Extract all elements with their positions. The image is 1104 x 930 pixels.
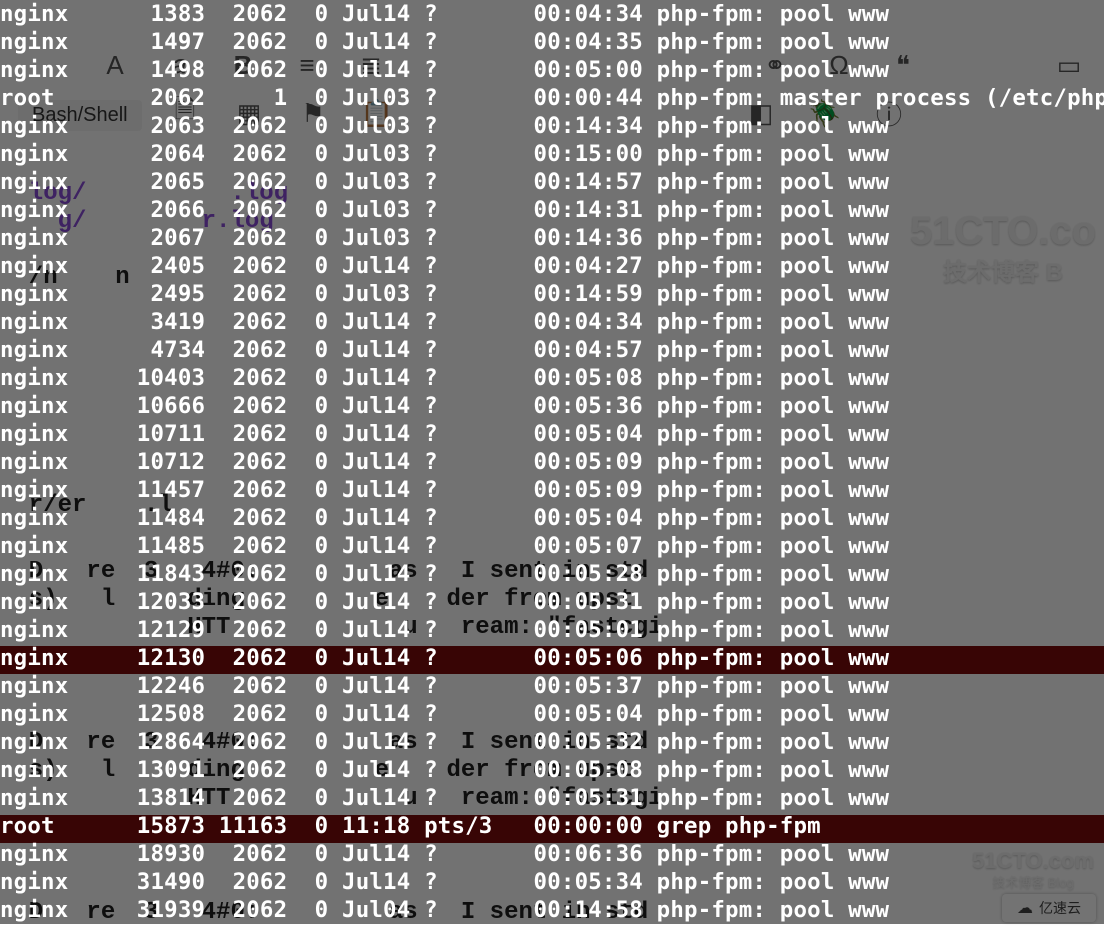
process-row: nginx 31490 2062 0 Jul14 ? 00:05:34 php-… [0, 868, 1104, 896]
process-row: nginx 2495 2062 0 Jul03 ? 00:14:59 php-f… [0, 280, 1104, 308]
process-row: nginx 12130 2062 0 Jul14 ? 00:05:06 php-… [0, 644, 1104, 672]
process-row: nginx 4734 2062 0 Jul14 ? 00:04:57 php-f… [0, 336, 1104, 364]
process-row: nginx 12508 2062 0 Jul14 ? 00:05:04 php-… [0, 700, 1104, 728]
process-row: nginx 13814 2062 0 Jul14 ? 00:05:31 php-… [0, 784, 1104, 812]
process-row: nginx 11843 2062 0 Jul14 ? 00:05:28 php-… [0, 560, 1104, 588]
process-row: nginx 13091 2062 0 Jul14 ? 00:05:08 php-… [0, 756, 1104, 784]
process-row: nginx 1383 2062 0 Jul14 ? 00:04:34 php-f… [0, 0, 1104, 28]
process-row: nginx 10711 2062 0 Jul14 ? 00:05:04 php-… [0, 420, 1104, 448]
process-row: nginx 2405 2062 0 Jul14 ? 00:04:27 php-f… [0, 252, 1104, 280]
process-row: nginx 2066 2062 0 Jul03 ? 00:14:31 php-f… [0, 196, 1104, 224]
process-row: nginx 10666 2062 0 Jul14 ? 00:05:36 php-… [0, 392, 1104, 420]
process-row: nginx 2065 2062 0 Jul03 ? 00:14:57 php-f… [0, 168, 1104, 196]
process-row: nginx 2063 2062 0 Jul03 ? 00:14:34 php-f… [0, 112, 1104, 140]
process-row: nginx 18930 2062 0 Jul14 ? 00:06:36 php-… [0, 840, 1104, 868]
process-row: nginx 31939 2062 0 Jul04 ? 00:14:58 php-… [0, 896, 1104, 924]
process-row: nginx 1497 2062 0 Jul14 ? 00:04:35 php-f… [0, 28, 1104, 56]
terminal-output[interactable]: nginx 1383 2062 0 Jul14 ? 00:04:34 php-f… [0, 0, 1104, 930]
process-row: nginx 10712 2062 0 Jul14 ? 00:05:09 php-… [0, 448, 1104, 476]
process-row: nginx 12246 2062 0 Jul14 ? 00:05:37 php-… [0, 672, 1104, 700]
process-row: nginx 12129 2062 0 Jul14 ? 00:05:01 php-… [0, 616, 1104, 644]
process-row: nginx 1498 2062 0 Jul14 ? 00:05:00 php-f… [0, 56, 1104, 84]
process-row: root 2062 1 0 Jul03 ? 00:00:44 php-fpm: … [0, 84, 1104, 112]
process-row: nginx 2067 2062 0 Jul03 ? 00:14:36 php-f… [0, 224, 1104, 252]
process-row: nginx 3419 2062 0 Jul14 ? 00:04:34 php-f… [0, 308, 1104, 336]
process-row: nginx 12033 2062 0 Jul14 ? 00:05:31 php-… [0, 588, 1104, 616]
process-row: nginx 11484 2062 0 Jul14 ? 00:05:04 php-… [0, 504, 1104, 532]
process-row: nginx 11457 2062 0 Jul14 ? 00:05:09 php-… [0, 476, 1104, 504]
process-row: nginx 2064 2062 0 Jul03 ? 00:15:00 php-f… [0, 140, 1104, 168]
process-row: root 15873 11163 0 11:18 pts/3 00:00:00 … [0, 812, 1104, 840]
process-row: nginx 11485 2062 0 Jul14 ? 00:05:07 php-… [0, 532, 1104, 560]
process-row: nginx 12864 2062 0 Jul14 ? 00:05:32 php-… [0, 728, 1104, 756]
process-row: nginx 10403 2062 0 Jul14 ? 00:05:08 php-… [0, 364, 1104, 392]
